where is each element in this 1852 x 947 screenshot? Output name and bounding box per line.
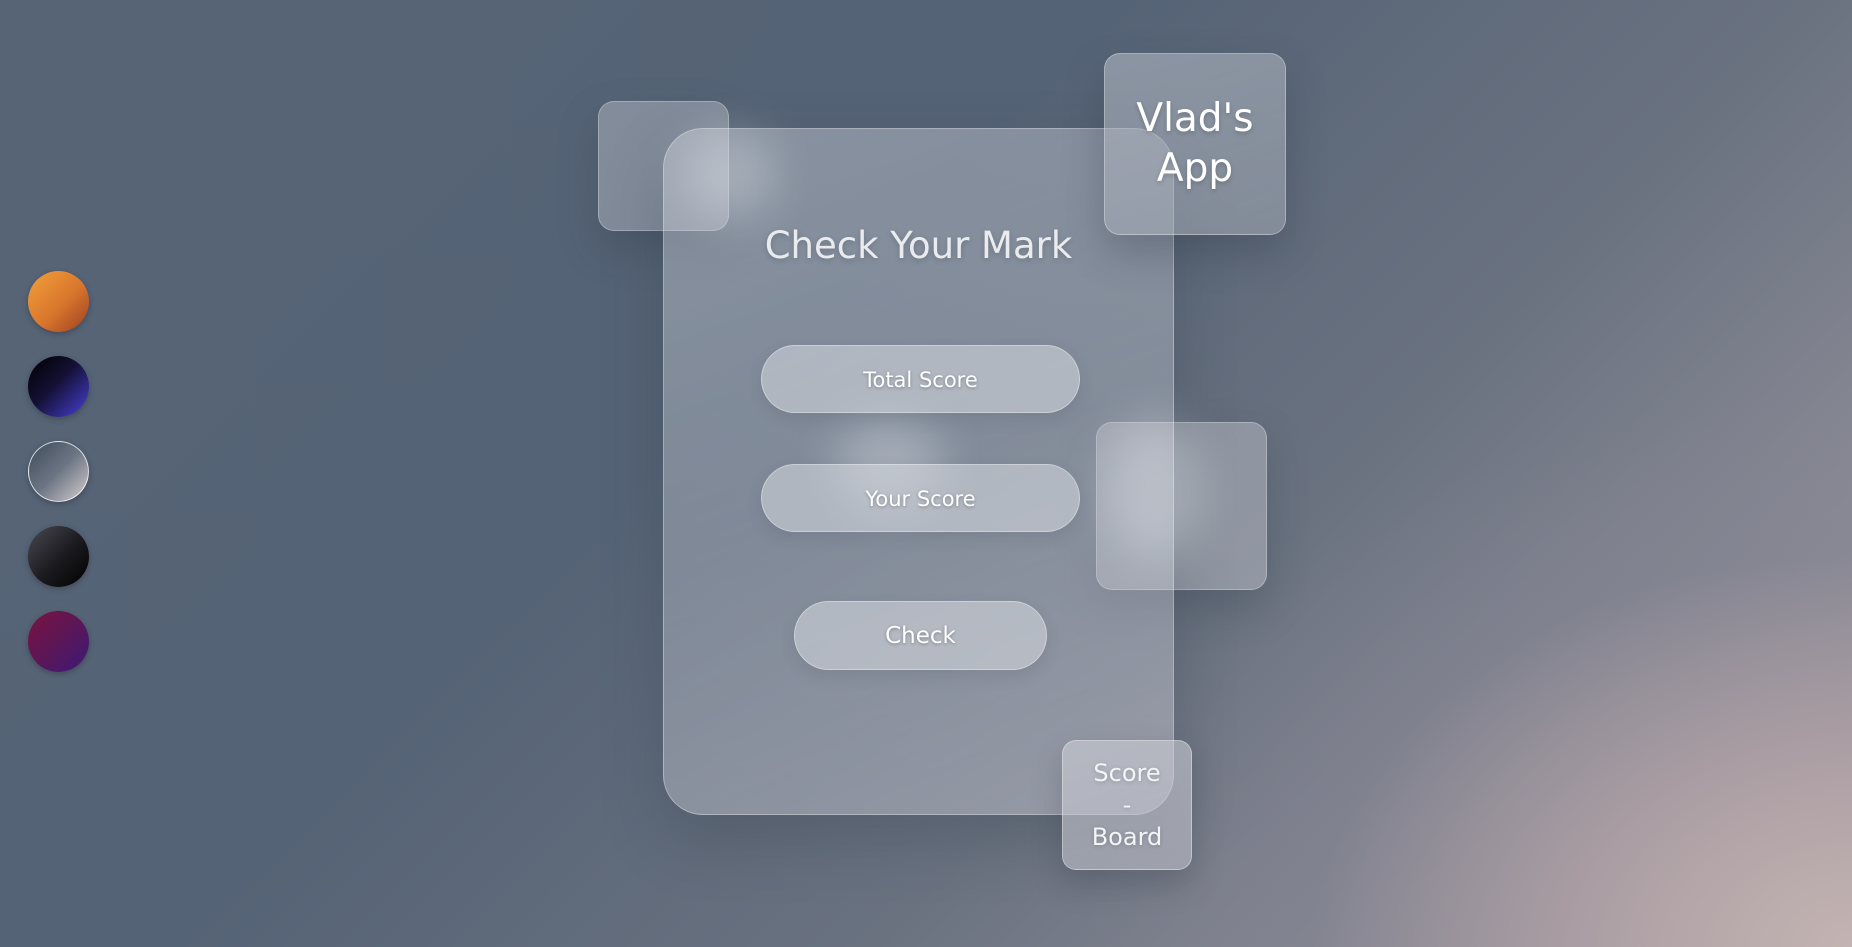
glass-highlight — [684, 129, 774, 219]
theme-swatch-slate[interactable] — [28, 441, 89, 502]
theme-swatch-orange[interactable] — [28, 271, 89, 332]
score-board-line2: - — [1122, 791, 1132, 819]
score-board-line3: Board — [1091, 823, 1163, 851]
card-title: Check Your Mark — [764, 224, 1073, 267]
theme-swatches — [28, 271, 89, 696]
app-title-box: Vlad's App — [1104, 53, 1286, 235]
glass-highlight — [1104, 419, 1204, 559]
score-board-button[interactable]: Score - Board — [1062, 740, 1192, 870]
check-mark-card: Check Your Mark Total Score Your Score C… — [663, 128, 1204, 815]
app-title-line1: Vlad's — [1136, 96, 1254, 141]
theme-swatch-purple[interactable] — [28, 611, 89, 672]
app-title-line2: App — [1156, 146, 1234, 191]
check-button[interactable]: Check — [794, 601, 1047, 670]
score-board-line1: Score — [1093, 759, 1161, 787]
your-score-input[interactable]: Your Score — [761, 464, 1080, 532]
total-score-input[interactable]: Total Score — [761, 345, 1080, 413]
theme-swatch-black[interactable] — [28, 526, 89, 587]
theme-swatch-blue-night[interactable] — [28, 356, 89, 417]
